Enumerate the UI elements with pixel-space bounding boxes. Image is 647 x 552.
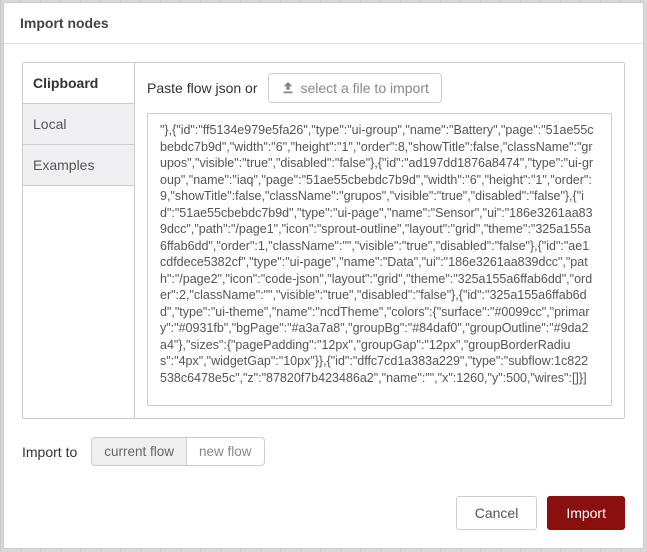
main-panel: Clipboard Local Examples Paste flow json… [22,62,625,419]
dialog-body: Clipboard Local Examples Paste flow json… [4,44,643,490]
tab-examples[interactable]: Examples [23,145,134,186]
select-file-label: select a file to import [301,80,429,96]
import-to-options: current flow new flow [91,437,264,466]
import-button[interactable]: Import [547,496,625,530]
clipboard-pane: Paste flow json or select a file to impo… [135,63,624,418]
dialog-title: Import nodes [4,3,643,44]
paste-prompt: Paste flow json or [147,80,258,96]
tab-local[interactable]: Local [23,104,134,145]
flow-json-input[interactable] [147,113,612,406]
dialog-footer: Cancel Import [4,490,643,548]
import-to-label: Import to [22,444,77,460]
import-nodes-dialog: Import nodes Clipboard Local Examples Pa… [3,2,644,549]
side-tabs: Clipboard Local Examples [23,63,135,418]
option-current-flow[interactable]: current flow [91,437,187,466]
paste-row: Paste flow json or select a file to impo… [147,73,612,103]
tab-clipboard[interactable]: Clipboard [23,63,134,104]
cancel-button[interactable]: Cancel [456,496,538,530]
upload-icon [281,81,295,95]
import-to-row: Import to current flow new flow [22,419,625,472]
select-file-button[interactable]: select a file to import [268,73,442,103]
option-new-flow[interactable]: new flow [187,437,265,466]
